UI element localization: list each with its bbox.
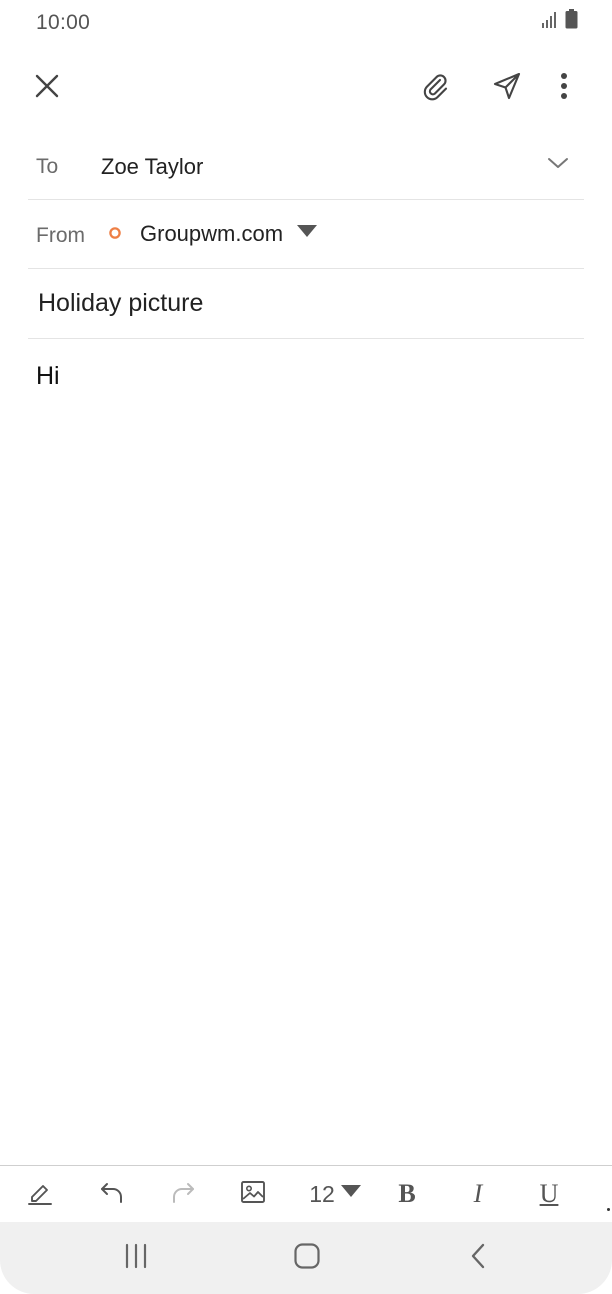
signal-icon [541,11,559,34]
bold-label: B [398,1179,416,1208]
handwriting-icon [27,1179,53,1210]
close-icon [34,73,60,104]
bold-button[interactable]: B [387,1166,427,1222]
message-body[interactable]: Hi [36,362,576,391]
recent-apps-icon [123,1243,149,1274]
dropdown-triangle-icon [297,225,318,243]
from-label: From [36,224,85,247]
font-size-value: 12 [309,1180,335,1207]
recent-apps-button[interactable] [96,1232,176,1284]
back-icon [468,1242,488,1275]
back-button[interactable] [438,1232,518,1284]
subject-input[interactable]: Holiday picture [38,289,203,318]
send-icon [492,71,522,106]
send-button[interactable] [485,66,529,110]
to-label: To [36,155,59,178]
from-account: Groupwm.com [140,221,284,246]
status-bar: 10:00 [0,0,612,48]
italic-label: I [473,1179,483,1208]
to-field-row[interactable]: To Zoe Taylor [28,131,584,200]
redo-button[interactable] [163,1166,203,1222]
home-icon [293,1242,321,1275]
font-size-selector[interactable]: 12 [300,1166,370,1222]
underline-button[interactable]: U [529,1166,569,1222]
compose-app-bar [0,56,612,120]
insert-image-button[interactable] [233,1166,273,1222]
more-options-icon [560,72,568,105]
status-time: 10:00 [36,11,91,34]
image-icon [240,1179,266,1210]
attach-button[interactable] [413,66,457,110]
expand-recipients-button[interactable] [536,143,580,187]
from-account-selector[interactable]: Groupwm.com [140,212,318,256]
font-size-dropdown-icon [340,1185,361,1203]
undo-button[interactable] [92,1166,132,1222]
more-options-button[interactable] [542,66,586,110]
status-icons [541,9,578,34]
home-button[interactable] [267,1232,347,1284]
from-field-row: From Groupwm.com [28,200,584,269]
formatting-toolbar: 12 B I U [0,1165,612,1223]
italic-button[interactable]: I [458,1166,498,1222]
toolbar-overflow-dot [607,1208,610,1211]
battery-icon [565,9,578,34]
attachment-icon [420,71,450,106]
subject-field-row[interactable]: Holiday picture [28,269,584,339]
account-indicator-icon [108,226,122,245]
close-button[interactable] [25,66,69,110]
handwriting-button[interactable] [20,1166,60,1222]
to-recipient[interactable]: Zoe Taylor [101,154,203,180]
chevron-down-icon [547,156,569,175]
undo-icon [99,1179,125,1210]
redo-icon [170,1179,196,1210]
underline-label: U [539,1179,559,1208]
system-nav-bar [0,1222,612,1294]
